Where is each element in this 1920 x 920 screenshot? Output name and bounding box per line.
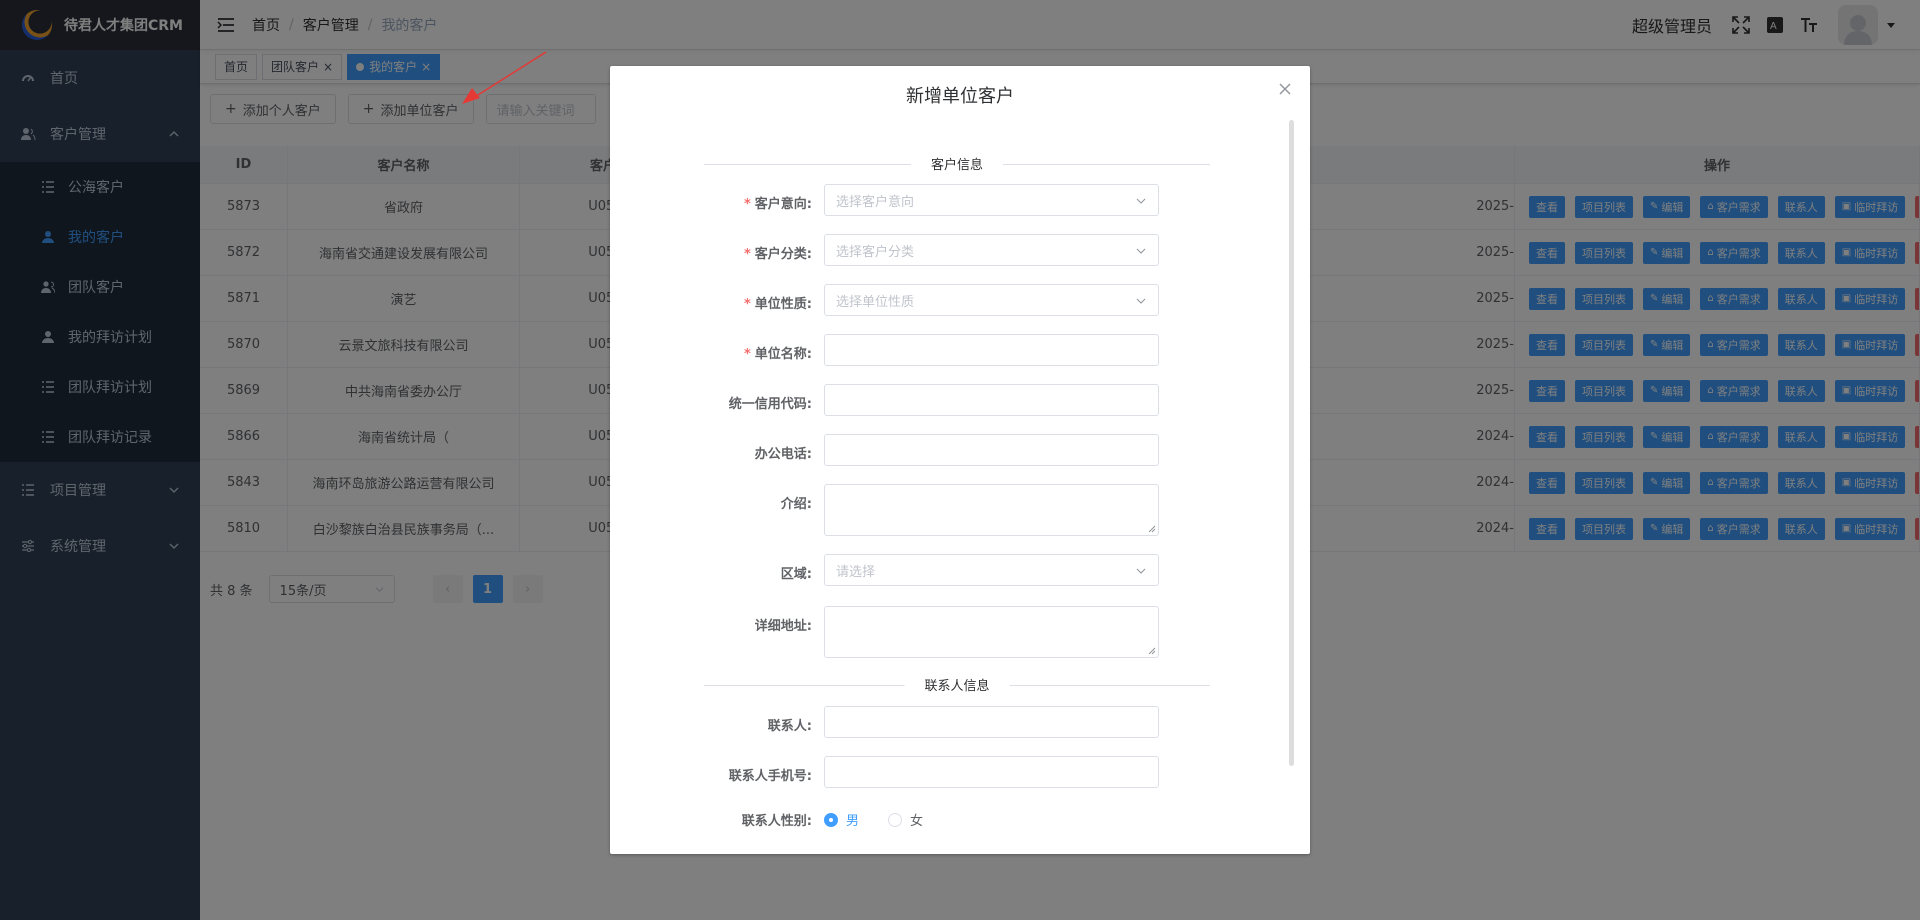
field-label: 办公电话: [754,447,812,462]
credit-code-input[interactable] [824,384,1159,416]
unit-name-input[interactable] [824,334,1159,366]
field-label: * 客户意向: [743,197,812,212]
select-placeholder: 选择单位性质 [836,294,915,310]
chevron-down-icon [1136,568,1146,574]
section-customer-info: 客户信息 [704,154,1210,174]
unit-nature-select[interactable]: 选择单位性质 [824,284,1159,316]
select-placeholder: 选择客户分类 [836,244,915,260]
office-phone-input[interactable] [824,434,1159,466]
contact-phone-input[interactable] [824,756,1159,788]
chevron-down-icon [1136,298,1146,304]
field-label: 统一信用代码: [728,397,812,412]
contact-name-input[interactable] [824,706,1159,738]
field-label: * 客户分类: [743,247,812,262]
field-label: 介绍: [780,497,812,512]
radio-label: 女 [910,814,924,829]
region-select[interactable]: 请选择 [824,554,1159,586]
customer-category-select[interactable]: 选择客户分类 [824,234,1159,266]
dialog-title: 新增单位客户 [906,86,1014,107]
section-title: 联系人信息 [904,675,1010,694]
field-label: 联系人手机号: [728,769,812,784]
field-label: 联系人: [767,719,812,734]
radio-circle [888,812,902,827]
add-unit-customer-dialog: 新增单位客户 客户信息 * 客户意向: 选择客户意向 * 客户分类: 选择客户分类 … [610,66,1310,854]
field-label: 详细地址: [754,619,812,634]
dialog-scrollbar[interactable] [1289,120,1294,766]
resize-grip-icon[interactable] [1148,647,1156,655]
field-label: 联系人性别: [741,814,812,829]
address-textarea[interactable] [824,606,1159,658]
gender-radio-male[interactable]: 男 [824,810,859,829]
field-label: * 单位性质: [743,297,812,312]
select-placeholder: 选择客户意向 [836,194,915,210]
customer-intent-select[interactable]: 选择客户意向 [824,184,1159,216]
gender-radio-female[interactable]: 女 [888,810,923,829]
field-label: 区域: [780,567,812,582]
field-label: * 单位名称: [743,347,812,362]
radio-circle [824,812,838,827]
annotation-arrow [462,51,547,104]
resize-grip-icon[interactable] [1148,525,1156,533]
chevron-down-icon [1136,248,1146,254]
intro-textarea[interactable] [824,484,1159,536]
select-placeholder: 请选择 [836,564,876,580]
section-title: 客户信息 [910,154,1004,173]
close-icon[interactable] [1278,82,1292,96]
chevron-down-icon [1136,198,1146,204]
radio-label: 男 [846,814,860,829]
section-contact-info: 联系人信息 [704,675,1210,695]
